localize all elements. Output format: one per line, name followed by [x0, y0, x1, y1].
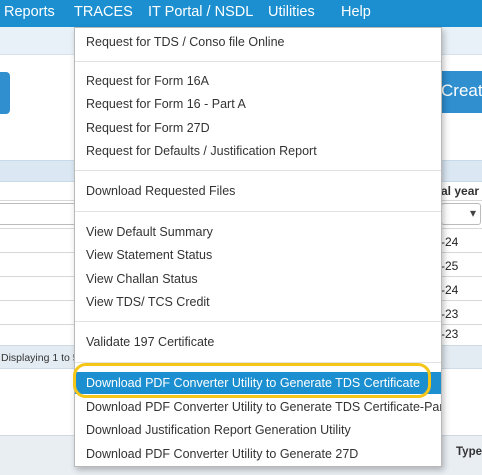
- top-menubar: Reports TRACES IT Portal / NSDL Utilitie…: [0, 0, 482, 27]
- menu-traces[interactable]: TRACES: [74, 4, 133, 20]
- menu-reports[interactable]: Reports: [4, 4, 55, 20]
- menu-item-request-form-27d[interactable]: Request for Form 27D: [75, 117, 441, 139]
- menu-item-download-requested-files[interactable]: Download Requested Files: [75, 180, 441, 202]
- menu-item-view-default-summary[interactable]: View Default Summary: [75, 221, 441, 243]
- year-cell: -24: [441, 235, 459, 249]
- displaying-count: Displaying 1 to 5: [1, 352, 79, 364]
- year-cell: -23: [441, 307, 459, 321]
- menu-item-view-statement-status[interactable]: View Statement Status: [75, 244, 441, 266]
- menu-separator: [75, 211, 441, 212]
- menu-separator: [75, 170, 441, 171]
- menu-item-view-tds-tcs-credit[interactable]: View TDS/ TCS Credit: [75, 291, 441, 313]
- traces-dropdown-menu: Request for TDS / Conso file Online Requ…: [74, 27, 442, 467]
- menu-item-download-pdf-converter-tds-certificate-partb[interactable]: Download PDF Converter Utility to Genera…: [75, 396, 441, 418]
- year-cell: -25: [441, 259, 459, 273]
- menu-separator: [75, 61, 441, 62]
- menu-help[interactable]: Help: [341, 4, 371, 20]
- menu-item-download-justification-report-utility[interactable]: Download Justification Report Generation…: [75, 419, 441, 441]
- menu-item-view-challan-status[interactable]: View Challan Status: [75, 268, 441, 290]
- financial-year-column-header[interactable]: al year: [441, 184, 479, 198]
- menu-item-validate-197-certificate[interactable]: Validate 197 Certificate: [75, 331, 441, 353]
- menu-item-download-pdf-converter-27d[interactable]: Download PDF Converter Utility to Genera…: [75, 443, 441, 465]
- year-filter-select[interactable]: [441, 203, 481, 225]
- menu-item-download-pdf-converter-tds-certificate[interactable]: Download PDF Converter Utility to Genera…: [75, 372, 441, 394]
- menu-separator: [75, 321, 441, 322]
- menu-utilities[interactable]: Utilities: [268, 4, 315, 20]
- year-cell: -23: [441, 327, 459, 341]
- filter-input[interactable]: [0, 203, 76, 225]
- left-action-button[interactable]: [0, 72, 10, 114]
- menu-separator: [75, 362, 441, 363]
- menu-item-request-tds-conso-file[interactable]: Request for TDS / Conso file Online: [75, 31, 441, 53]
- type-column-header[interactable]: Type: [456, 446, 482, 458]
- menu-item-request-form-16-part-a[interactable]: Request for Form 16 - Part A: [75, 93, 441, 115]
- menu-it-portal-nsdl[interactable]: IT Portal / NSDL: [148, 4, 253, 20]
- menu-item-request-defaults-justification[interactable]: Request for Defaults / Justification Rep…: [75, 140, 441, 162]
- year-cell: -24: [441, 283, 459, 297]
- menu-item-request-form-16a[interactable]: Request for Form 16A: [75, 70, 441, 92]
